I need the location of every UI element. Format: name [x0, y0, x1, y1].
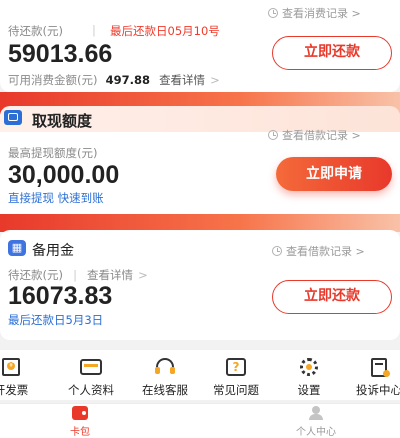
- wallet-icon: [4, 110, 22, 125]
- chevron-right-icon: >: [352, 245, 365, 258]
- detail-link[interactable]: 查看详情: [87, 268, 133, 282]
- available-label: 可用消费金额(元): [8, 73, 98, 87]
- due-date-label: 最后还款日05月10号: [110, 24, 220, 38]
- backup-record-link[interactable]: 查看借款记录 >: [272, 243, 365, 259]
- cash-tags: 直接提现 快速到账: [8, 191, 104, 205]
- backup-fund-icon: ▦: [8, 240, 26, 256]
- profile-card-icon: [80, 357, 102, 377]
- consumer-repay-button[interactable]: 立即还款: [272, 36, 392, 70]
- pending-repay-label: 待还款(元): [8, 268, 63, 282]
- backup-due-date: 最后还款日5月3日: [8, 313, 104, 327]
- invoice-icon: ¥: [0, 357, 22, 377]
- tab-wallet[interactable]: 卡包: [58, 406, 102, 438]
- menu-item-invoice[interactable]: ¥ 开发票: [0, 357, 44, 398]
- cash-record-link[interactable]: 查看借款记录 >: [268, 127, 361, 143]
- pending-repay-label: 待还款(元): [8, 24, 63, 38]
- backup-repay-button[interactable]: 立即还款: [272, 280, 392, 314]
- user-icon: [308, 406, 324, 420]
- available-value: 497.88: [105, 73, 150, 87]
- clock-icon: [272, 246, 282, 256]
- menu-item-settings[interactable]: 设置: [276, 357, 342, 398]
- complaint-icon: [368, 357, 390, 377]
- apply-now-button[interactable]: 立即申请: [276, 157, 392, 191]
- headset-icon: [154, 357, 176, 377]
- available-amount-row: 可用消费金额(元) 497.88 查看详情 >: [8, 69, 220, 88]
- consumer-record-link[interactable]: 查看消费记录 >: [268, 5, 361, 21]
- chevron-right-icon: >: [138, 268, 148, 282]
- question-icon: ?: [225, 357, 247, 377]
- gear-icon: [298, 357, 320, 377]
- backup-pending-row: 待还款(元) | 查看详情 >: [8, 264, 148, 283]
- menu-item-faq[interactable]: ? 常见问题: [203, 357, 269, 398]
- max-quota-label: 最高提现额度(元): [8, 146, 98, 160]
- menu-item-complaint[interactable]: 投诉中心: [346, 357, 400, 398]
- detail-link[interactable]: 查看详情: [159, 73, 205, 87]
- tab-personal-center[interactable]: 个人中心: [288, 406, 344, 438]
- label-separator: |: [73, 268, 77, 282]
- backup-amount: 16073.83: [8, 282, 113, 310]
- wallet-icon: [72, 406, 88, 420]
- label-separator: |: [92, 23, 96, 37]
- backup-card-title: 备用金: [32, 243, 74, 259]
- menu-item-support[interactable]: 在线客服: [132, 357, 198, 398]
- chevron-right-icon: >: [348, 7, 361, 20]
- clock-icon: [268, 130, 278, 140]
- consumer-amount: 59013.66: [8, 40, 113, 68]
- chevron-right-icon: >: [348, 129, 361, 142]
- menu-item-profile[interactable]: 个人资料: [58, 357, 124, 398]
- chevron-right-icon: >: [210, 73, 220, 87]
- cash-card-title: 取现额度: [32, 112, 93, 130]
- clock-icon: [268, 8, 278, 18]
- cash-amount: 30,000.00: [8, 161, 120, 189]
